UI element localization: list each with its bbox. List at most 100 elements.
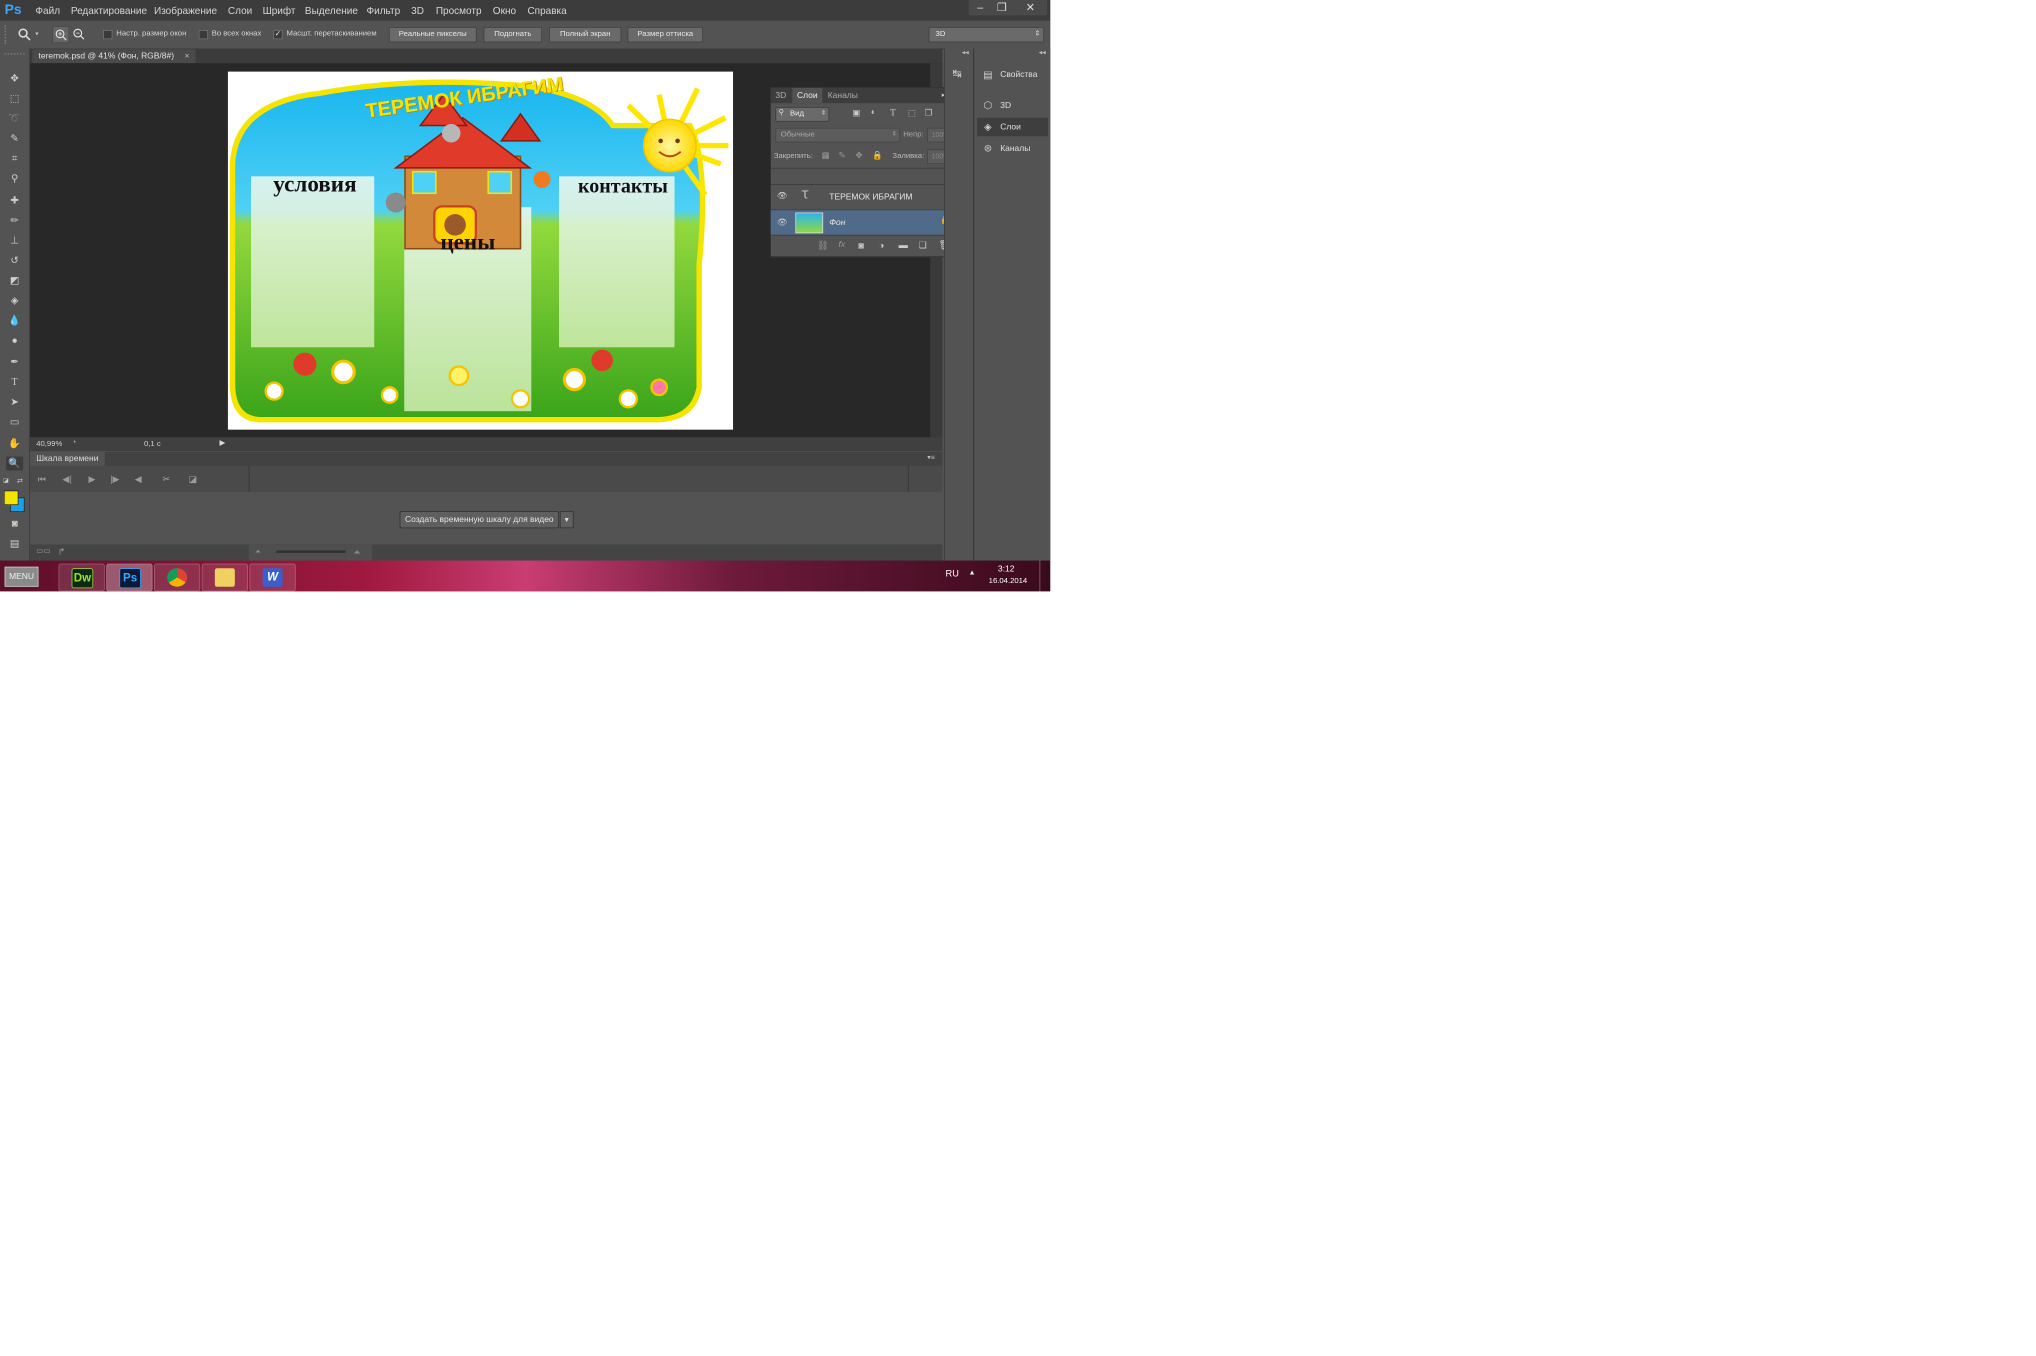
clone-stamp-tool-icon[interactable]: ⊥ xyxy=(6,233,23,247)
dock-3d[interactable]: ⬡ 3D xyxy=(977,96,1048,114)
layer-row-background[interactable]: 👁 Фон 🔒 xyxy=(770,209,962,235)
fill-screen-button[interactable]: Полный экран xyxy=(549,26,622,43)
rectangle-tool-icon[interactable]: ▭ xyxy=(6,415,23,429)
document-tab[interactable]: teremok.psd @ 41% (Фон, RGB/8#) × xyxy=(32,49,196,64)
menu-help[interactable]: Справка xyxy=(527,5,566,17)
filter-type-icon[interactable]: T xyxy=(890,107,896,119)
clock-time[interactable]: 3:12 xyxy=(998,564,1014,573)
pen-tool-icon[interactable]: ✒ xyxy=(6,355,23,369)
dock-properties[interactable]: ▤ Свойства xyxy=(977,65,1048,83)
play-icon[interactable]: ▶ xyxy=(89,474,96,485)
render-icon[interactable]: ↱ xyxy=(58,546,66,557)
new-group-icon[interactable]: ▬ xyxy=(899,239,908,250)
type-tool-icon[interactable]: T xyxy=(6,375,23,389)
link-layers-icon[interactable]: ⛓ xyxy=(817,240,829,251)
document-tab-close-icon[interactable]: × xyxy=(184,49,189,63)
next-frame-icon[interactable]: |▶ xyxy=(110,474,120,485)
layer-visibility-icon[interactable]: 👁 xyxy=(777,217,788,227)
zoom-large-icon[interactable]: ⏶ xyxy=(353,547,360,559)
create-video-timeline-button[interactable]: Создать временную шкалу для видео xyxy=(399,511,560,529)
filter-adjustment-icon[interactable]: ◐ xyxy=(871,108,876,117)
frame-mode-icon[interactable]: ▭▭ xyxy=(36,547,51,555)
eyedropper-tool-icon[interactable]: ⚲ xyxy=(6,172,23,186)
zoom-small-icon[interactable]: ⏶ xyxy=(255,547,261,555)
zoom-level[interactable]: 40,99% xyxy=(36,440,62,448)
start-menu-button[interactable]: MENU xyxy=(4,566,39,587)
first-frame-icon[interactable]: ⏮ xyxy=(38,474,46,486)
split-icon[interactable]: ✂ xyxy=(162,474,170,485)
brush-tool-icon[interactable]: ✏ xyxy=(6,213,23,227)
blur-tool-icon[interactable]: 💧 xyxy=(6,313,23,327)
timeline-zoom-slider[interactable] xyxy=(276,550,346,553)
path-select-tool-icon[interactable]: ➤ xyxy=(6,395,23,409)
status-menu-arrow-icon[interactable]: ▶ xyxy=(219,439,225,447)
quick-mask-icon[interactable]: ◙ xyxy=(6,517,23,531)
menu-filter[interactable]: Фильтр xyxy=(367,5,401,17)
fit-screen-button[interactable]: Подогнать xyxy=(483,26,543,43)
marquee-tool-icon[interactable]: ⬚ xyxy=(6,92,23,106)
restore-button[interactable]: ❐ xyxy=(990,0,1014,16)
workspace-select[interactable]: 3D ⇕ xyxy=(928,26,1045,43)
chevron-down-icon[interactable]: ▾ xyxy=(35,30,38,37)
hand-tool-icon[interactable]: ✋ xyxy=(6,437,23,451)
dock-layers[interactable]: ◈ Слои xyxy=(977,117,1048,137)
add-mask-icon[interactable]: ◙ xyxy=(859,240,865,251)
move-tool-icon[interactable]: ✥ xyxy=(6,72,23,86)
show-desktop-button[interactable] xyxy=(1039,560,1050,592)
transition-icon[interactable]: ◪ xyxy=(189,474,198,485)
zoom-out-icon[interactable] xyxy=(71,26,86,41)
audio-icon[interactable]: ◀ xyxy=(135,474,142,485)
tab-layers[interactable]: Слои xyxy=(792,87,823,104)
lock-pixels-icon[interactable]: ✎ xyxy=(839,150,846,160)
foreground-color-swatch[interactable] xyxy=(3,490,19,506)
quick-select-tool-icon[interactable]: ✎ xyxy=(6,132,23,146)
screen-mode-icon[interactable]: ▤ xyxy=(6,537,23,551)
default-colors-icon[interactable]: ◪ xyxy=(3,477,11,485)
timeline-tab[interactable]: Шкала времени xyxy=(30,451,105,466)
dock-channels[interactable]: ⊛ Каналы xyxy=(977,139,1048,157)
resize-windows-checkbox[interactable] xyxy=(103,30,113,40)
menu-window[interactable]: Окно xyxy=(493,5,516,17)
menu-view[interactable]: Просмотр xyxy=(436,5,482,17)
menu-image[interactable]: Изображение xyxy=(154,5,217,17)
lock-transparent-icon[interactable]: ▦ xyxy=(822,150,830,160)
menu-edit[interactable]: Редактирование xyxy=(71,5,147,17)
actual-pixels-button[interactable]: Реальные пикселы xyxy=(388,26,477,43)
history-brush-tool-icon[interactable]: ↺ xyxy=(6,253,23,267)
taskbar-explorer[interactable] xyxy=(201,563,248,592)
minimize-button[interactable]: – xyxy=(968,0,992,16)
dock-collapse-icon[interactable]: ◂◂ xyxy=(1039,49,1046,57)
tab-3d[interactable]: 3D xyxy=(771,88,791,103)
paint-bucket-tool-icon[interactable]: ◈ xyxy=(6,293,23,307)
scrubby-zoom-checkbox[interactable]: ✓ xyxy=(273,30,283,40)
menu-file[interactable]: Файл xyxy=(35,5,60,17)
timeline-menu-icon[interactable]: ▾≡ xyxy=(927,454,935,462)
clock-date[interactable]: 16.04.2014 xyxy=(989,577,1028,585)
taskbar-chrome[interactable] xyxy=(154,563,201,592)
lasso-tool-icon[interactable]: ➰ xyxy=(6,112,23,126)
close-button[interactable]: ✕ xyxy=(1013,0,1048,16)
zoom-tool-icon[interactable] xyxy=(17,27,32,42)
dock-collapse-icon[interactable]: ◂◂ xyxy=(962,49,969,57)
menu-type[interactable]: Шрифт xyxy=(263,5,296,17)
swap-colors-icon[interactable]: ⇄ xyxy=(17,477,25,485)
adjustment-layer-icon[interactable]: ◑ xyxy=(879,240,885,251)
eraser-tool-icon[interactable]: ◩ xyxy=(6,273,23,287)
zoom-in-icon[interactable] xyxy=(52,26,70,44)
blend-mode-select[interactable]: Обычные ⇕ xyxy=(775,127,901,143)
crop-tool-icon[interactable]: ⌗ xyxy=(6,152,23,166)
filter-smart-object-icon[interactable]: ❐ xyxy=(925,108,933,118)
layer-filter-select[interactable]: ⚲ Вид ⇕ xyxy=(775,107,830,122)
menu-layers[interactable]: Слои xyxy=(228,5,252,17)
menu-3d[interactable]: 3D xyxy=(411,5,424,17)
lock-position-icon[interactable]: ✥ xyxy=(855,150,862,160)
lock-all-icon[interactable]: 🔒 xyxy=(872,150,883,160)
language-indicator[interactable]: RU xyxy=(946,568,959,579)
all-windows-checkbox[interactable] xyxy=(198,30,208,40)
options-grip[interactable] xyxy=(4,25,10,44)
new-layer-icon[interactable]: ❏ xyxy=(919,239,927,250)
fx-icon[interactable]: fx xyxy=(839,240,846,249)
tray-expand-icon[interactable]: ▲ xyxy=(969,568,976,576)
prev-frame-icon[interactable]: ◀| xyxy=(62,474,72,485)
print-size-button[interactable]: Размер оттиска xyxy=(627,26,704,43)
